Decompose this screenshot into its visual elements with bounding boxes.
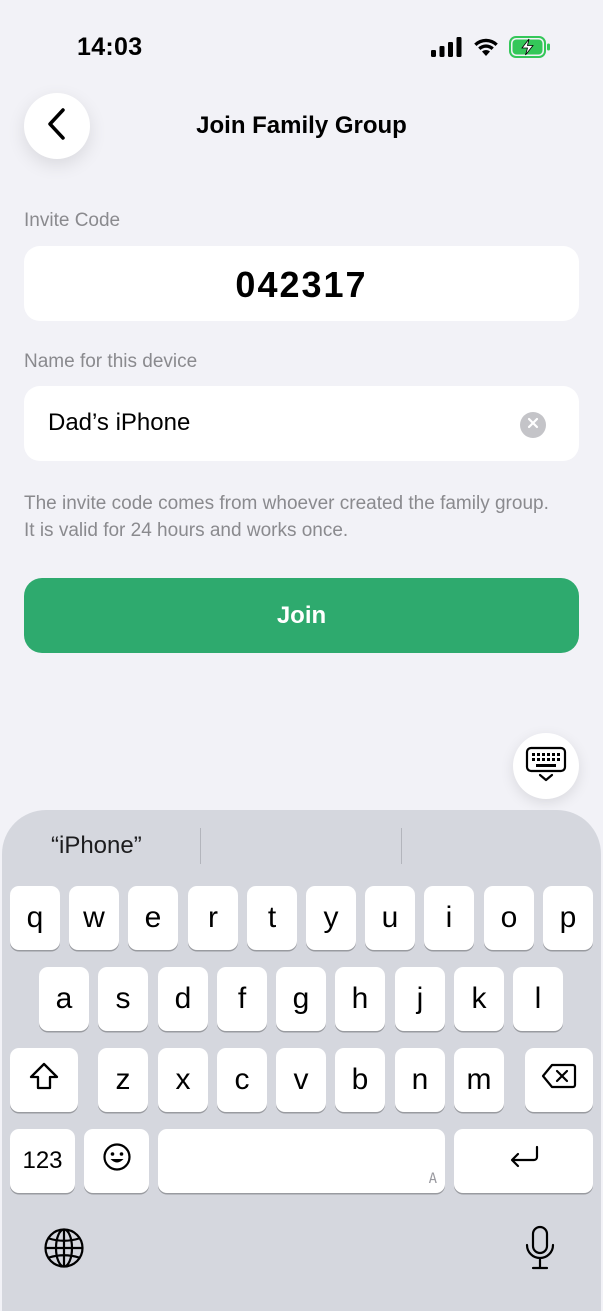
clear-button[interactable] bbox=[520, 412, 546, 438]
suggestion-bar: “iPhone” bbox=[2, 810, 601, 882]
key-s[interactable]: s bbox=[98, 967, 148, 1031]
delete-key[interactable] bbox=[525, 1048, 593, 1112]
emoji-icon bbox=[102, 1142, 132, 1180]
key-n[interactable]: n bbox=[395, 1048, 445, 1112]
space-key[interactable]: A bbox=[158, 1129, 445, 1193]
numbers-key[interactable]: 123 bbox=[10, 1129, 75, 1193]
key-r[interactable]: r bbox=[188, 886, 238, 950]
clear-x-icon bbox=[527, 416, 539, 434]
key-m[interactable]: m bbox=[454, 1048, 504, 1112]
keyboard-dismiss-icon bbox=[525, 746, 567, 787]
invite-code-field[interactable]: 042317 bbox=[24, 246, 579, 321]
key-j[interactable]: j bbox=[395, 967, 445, 1031]
wifi-icon bbox=[473, 37, 499, 57]
key-b[interactable]: b bbox=[335, 1048, 385, 1112]
suggestion-1[interactable]: “iPhone” bbox=[51, 832, 250, 860]
status-icons bbox=[431, 36, 551, 58]
key-y[interactable]: y bbox=[306, 886, 356, 950]
key-z[interactable]: z bbox=[98, 1048, 148, 1112]
microphone-icon bbox=[524, 1225, 556, 1276]
page-title: Join Family Group bbox=[196, 112, 407, 139]
key-g[interactable]: g bbox=[276, 967, 326, 1031]
join-button[interactable]: Join bbox=[24, 578, 579, 653]
key-d[interactable]: d bbox=[158, 967, 208, 1031]
device-name-value: Dad’s iPhone bbox=[48, 409, 191, 436]
key-e[interactable]: e bbox=[128, 886, 178, 950]
keyboard: “iPhone” q w e r t y u i o p a s d f g h… bbox=[2, 810, 601, 1311]
key-f[interactable]: f bbox=[217, 967, 267, 1031]
help-text: The invite code comes from whoever creat… bbox=[24, 493, 549, 541]
key-i[interactable]: i bbox=[424, 886, 474, 950]
space-hint: A bbox=[428, 1171, 437, 1187]
key-u[interactable]: u bbox=[365, 886, 415, 950]
key-q[interactable]: q bbox=[10, 886, 60, 950]
key-p[interactable]: p bbox=[543, 886, 593, 950]
microphone-button[interactable] bbox=[520, 1225, 560, 1276]
keyboard-dismiss-button[interactable] bbox=[513, 733, 579, 799]
key-k[interactable]: k bbox=[454, 967, 504, 1031]
key-c[interactable]: c bbox=[217, 1048, 267, 1112]
invite-code-label: Invite Code bbox=[24, 210, 121, 231]
key-t[interactable]: t bbox=[247, 886, 297, 950]
status-time: 14:03 bbox=[77, 33, 143, 61]
key-o[interactable]: o bbox=[484, 886, 534, 950]
device-name-label: Name for this device bbox=[24, 351, 198, 372]
globe-icon bbox=[43, 1227, 85, 1274]
key-h[interactable]: h bbox=[335, 967, 385, 1031]
return-key[interactable] bbox=[454, 1129, 593, 1193]
emoji-key[interactable] bbox=[84, 1129, 149, 1193]
suggestion-divider bbox=[200, 828, 201, 864]
battery-charging-icon bbox=[509, 36, 551, 58]
key-l[interactable]: l bbox=[513, 967, 563, 1031]
globe-button[interactable] bbox=[42, 1227, 86, 1274]
status-bar: 14:03 bbox=[0, 0, 603, 96]
shift-key[interactable] bbox=[10, 1048, 78, 1112]
key-x[interactable]: x bbox=[158, 1048, 208, 1112]
shift-icon bbox=[28, 1061, 60, 1099]
return-icon bbox=[507, 1144, 541, 1178]
cellular-signal-icon bbox=[431, 37, 463, 57]
suggestion-divider bbox=[401, 828, 402, 864]
device-name-field[interactable]: Dad’s iPhone bbox=[24, 386, 579, 461]
key-w[interactable]: w bbox=[69, 886, 119, 950]
key-v[interactable]: v bbox=[276, 1048, 326, 1112]
key-a[interactable]: a bbox=[39, 967, 89, 1031]
delete-backspace-icon bbox=[541, 1063, 577, 1097]
invite-code-value: 042317 bbox=[235, 264, 368, 305]
